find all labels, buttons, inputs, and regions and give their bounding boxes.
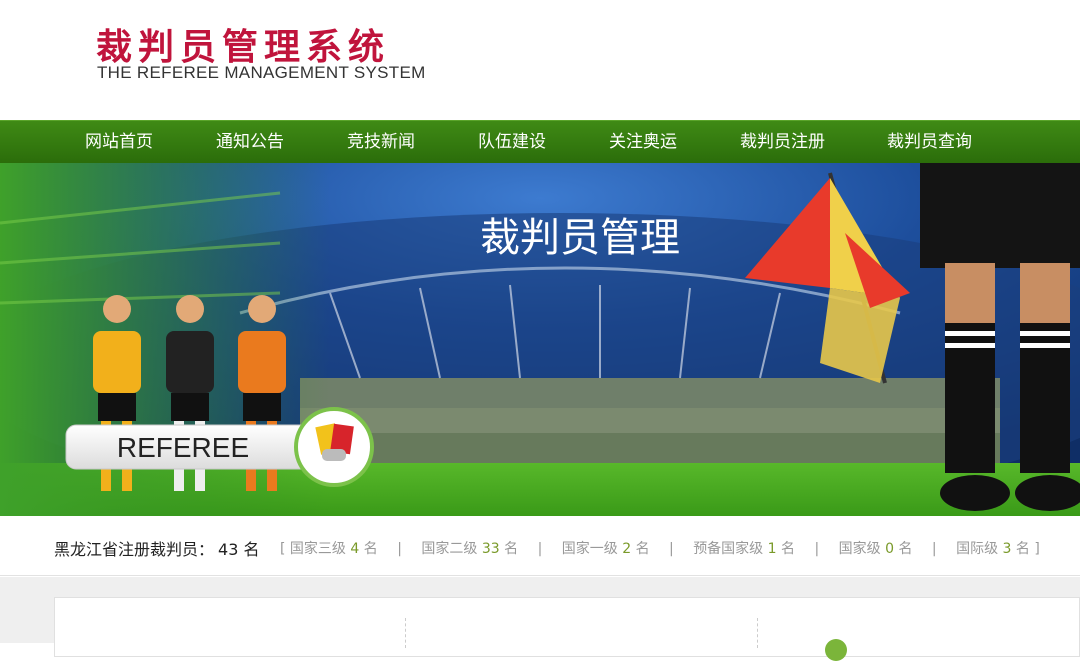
stats-level-item: 国家级 0 名 [838,541,913,557]
site-logo-subtitle: THE REFEREE MANAGEMENT SYSTEM [97,63,426,82]
referee-badge-label: REFEREE [117,432,249,463]
content-area [0,577,1080,661]
stats-level-item: 国家三级 4 名 [289,541,378,557]
main-nav: 网站首页 通知公告 竞技新闻 队伍建设 关注奥运 裁判员注册 裁判员查询 [0,120,1080,163]
stats-label: 黑龙江省注册裁判员： [54,540,215,559]
stats-level-item: 预备国家级 1 名 [693,541,796,557]
hero-banner: 裁判员管理 REFEREE [0,163,1080,516]
stats-level-list: [ 国家三级 4 名 | 国家二级 33 名 | 国家一级 2 名 | 预备国家… [280,538,1040,558]
nav-item-home[interactable]: 网站首页 [85,121,153,164]
column-divider [757,618,758,648]
stats-separator: | [537,541,543,557]
stats-level-item: 国家二级 33 名 [421,541,519,557]
stats-separator: | [814,541,820,557]
referee-stats-bar: 黑龙江省注册裁判员： 43 名 [ 国家三级 4 名 | 国家二级 33 名 | … [0,516,1080,576]
banner-illustration: 裁判员管理 REFEREE [0,163,1080,516]
stats-separator: | [397,541,402,557]
stats-separator: | [931,541,937,557]
banner-title: 裁判员管理 [480,215,680,261]
nav-item-news[interactable]: 竞技新闻 [347,121,415,164]
nav-item-team[interactable]: 队伍建设 [478,121,546,164]
stats-open-bracket: [ [280,541,286,557]
stats-total-count: 43 名 [218,540,260,559]
stats-level-item: 国家一级 2 名 [561,541,650,557]
stats-separator: | [669,541,674,557]
content-panel [54,597,1080,661]
section-icon [825,639,847,661]
stats-close-bracket: ] [1034,541,1040,557]
nav-item-register[interactable]: 裁判员注册 [740,121,825,164]
site-header: 裁判员管理系统 THE REFEREE MANAGEMENT SYSTEM [0,0,1080,120]
nav-item-olympics[interactable]: 关注奥运 [609,121,677,164]
nav-item-search[interactable]: 裁判员查询 [887,121,972,164]
stats-total: 黑龙江省注册裁判员： 43 名 [54,536,259,560]
stats-level-item: 国际级 3 名 [956,541,1030,557]
nav-item-notices[interactable]: 通知公告 [216,121,284,164]
column-divider [405,618,406,648]
